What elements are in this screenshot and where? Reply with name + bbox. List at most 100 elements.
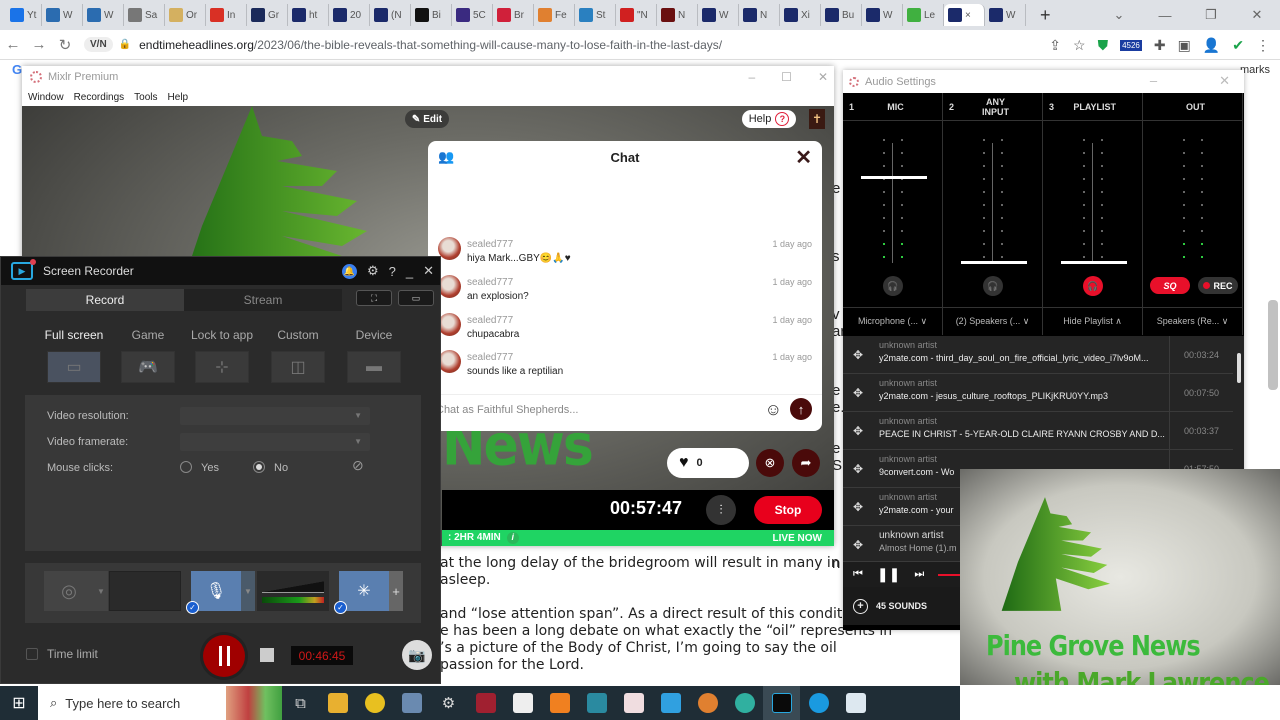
edit-button[interactable]: ✎ Edit xyxy=(405,110,449,128)
rss-extension-icon[interactable]: 4526 xyxy=(1120,39,1142,51)
share-icon[interactable]: ⇪ xyxy=(1049,37,1061,54)
playlist-track[interactable]: ✥ unknown artist y2mate.com - third_day_so… xyxy=(843,336,1233,374)
volume-fader[interactable] xyxy=(1061,261,1127,264)
user-avatar[interactable] xyxy=(438,275,461,298)
capture-mode-button[interactable]: 🎮 xyxy=(121,351,175,383)
device-selector[interactable]: (2) Speakers (... ∨ xyxy=(943,307,1043,335)
browser-tab[interactable]: Fe xyxy=(534,4,575,26)
audio-close-button[interactable]: ✕ xyxy=(1219,73,1230,89)
task-view-icon[interactable]: ⧉ xyxy=(282,686,319,720)
menu-recordings[interactable]: Recordings xyxy=(74,92,125,103)
audio-minimize-button[interactable]: – xyxy=(1150,73,1157,89)
security-check-icon[interactable]: ✔ xyxy=(1232,37,1244,54)
headphones-icon[interactable]: 🎧 xyxy=(983,276,1003,296)
browser-tab[interactable]: N xyxy=(657,4,698,26)
browser-tab[interactable]: Br xyxy=(493,4,534,26)
browser-tab[interactable]: Bi xyxy=(411,4,452,26)
browser-tab[interactable]: 5C xyxy=(452,4,493,26)
vpn-extension-icon[interactable]: V/N xyxy=(84,37,113,52)
app-icon-vpn[interactable] xyxy=(356,686,393,720)
webcam-toggle[interactable]: ◎ xyxy=(44,571,94,611)
previous-track-icon[interactable]: ⏮ xyxy=(853,568,863,581)
mixlr-close-button[interactable]: ✕ xyxy=(818,70,828,84)
lock-icon[interactable]: 🔒 xyxy=(119,39,131,50)
maximize-button[interactable]: ❐ xyxy=(1188,7,1234,23)
chat-close-icon[interactable]: ✕ xyxy=(795,145,812,170)
browser-tab[interactable]: W xyxy=(42,4,83,26)
pause-recording-button[interactable] xyxy=(203,635,245,677)
record-button[interactable]: REC xyxy=(1198,277,1238,294)
pause-icon[interactable]: ❚❚ xyxy=(877,566,900,583)
video-framerate-dropdown[interactable]: ▼ xyxy=(180,433,370,451)
browser-tab[interactable]: N xyxy=(739,4,780,26)
browser-tab[interactable]: Xi xyxy=(780,4,821,26)
notification-bell-icon[interactable]: 🔔 xyxy=(341,263,357,279)
browser-tab[interactable]: × xyxy=(944,4,985,26)
time-limit-checkbox[interactable] xyxy=(26,648,38,660)
mouse-clicks-yes-radio[interactable] xyxy=(180,461,192,473)
extensions-puzzle-icon[interactable]: ✚ xyxy=(1154,37,1166,54)
headphones-icon[interactable]: 🎧 xyxy=(883,276,903,296)
skype-icon[interactable] xyxy=(800,686,837,720)
settings-icon[interactable]: ⚙ xyxy=(430,686,467,720)
video-resolution-dropdown[interactable]: ▼ xyxy=(180,407,370,425)
add-source-button[interactable]: + xyxy=(389,571,403,611)
minimize-button[interactable]: — xyxy=(1142,8,1188,23)
like-button[interactable]: ♥ 0 xyxy=(667,448,749,478)
info-icon[interactable]: i xyxy=(506,532,519,544)
browser-tab[interactable]: Or xyxy=(165,4,206,26)
volume-fader[interactable] xyxy=(861,176,927,180)
tab-stream[interactable]: Stream xyxy=(184,289,342,311)
other-bookmarks-label[interactable]: marks xyxy=(1240,64,1270,76)
webcam-dropdown[interactable]: ▼ xyxy=(94,571,108,611)
shield-extension-icon[interactable]: ⛊ xyxy=(1098,37,1109,54)
device-selector[interactable]: Microphone (... ∨ xyxy=(843,307,943,335)
send-button[interactable]: ↑ xyxy=(790,398,812,420)
message-username[interactable]: sealed777 xyxy=(467,239,513,250)
new-tab-button[interactable]: + xyxy=(1040,5,1051,26)
profile-icon[interactable]: 👤 xyxy=(1203,37,1220,54)
capture-mode-button[interactable]: ◫ xyxy=(271,351,325,383)
user-avatar[interactable] xyxy=(438,313,461,336)
app-icon-media[interactable] xyxy=(393,686,430,720)
menu-window[interactable]: Window xyxy=(28,92,64,103)
browser-tab[interactable]: Bu xyxy=(821,4,862,26)
taskbar-search[interactable]: ⌕ Type here to search xyxy=(38,686,226,720)
mixlr-taskbar-icon[interactable] xyxy=(615,686,652,720)
app-icon-red[interactable] xyxy=(467,686,504,720)
volume-fader[interactable] xyxy=(961,261,1027,264)
browser-tab[interactable]: In xyxy=(206,4,247,26)
screenshot-camera-button[interactable]: 📷 xyxy=(402,640,432,670)
windows-start-icon[interactable]: ⊞ xyxy=(0,693,38,713)
chat-input[interactable]: Chat as Faithful Shepherds... xyxy=(428,394,822,424)
browser-tab[interactable]: (N xyxy=(370,4,411,26)
disable-icon[interactable]: ⊘ xyxy=(352,457,364,474)
page-scrollbar[interactable] xyxy=(1268,300,1278,390)
browser-icon[interactable] xyxy=(689,686,726,720)
notepad-icon[interactable] xyxy=(504,686,541,720)
menu-kebab-icon[interactable]: ⋮ xyxy=(1256,37,1270,54)
stop-broadcast-button[interactable]: Stop xyxy=(754,496,822,524)
menu-tools[interactable]: Tools xyxy=(134,92,157,103)
drag-handle-icon[interactable]: ✥ xyxy=(853,348,863,362)
stop-recording-button[interactable] xyxy=(260,648,274,662)
playlist-track[interactable]: ✥ unknown artist PEACE IN CHRIST - 5-YEAR-… xyxy=(843,412,1233,450)
browser-tab[interactable]: W xyxy=(83,4,124,26)
settings-gear-icon[interactable]: ⚙ xyxy=(367,263,379,279)
browser-tab[interactable]: W xyxy=(698,4,739,26)
screen-recorder-taskbar-icon[interactable] xyxy=(763,686,800,720)
headphones-icon[interactable]: 🎧 xyxy=(1083,276,1103,296)
tab-record[interactable]: Record xyxy=(26,289,184,311)
mic-volume-slider[interactable] xyxy=(262,579,324,593)
app-icon-teal[interactable] xyxy=(726,686,763,720)
browser-tab[interactable]: Sa xyxy=(124,4,165,26)
app-icon-kindle[interactable] xyxy=(578,686,615,720)
drag-handle-icon[interactable]: ✥ xyxy=(853,538,863,552)
message-username[interactable]: sealed777 xyxy=(467,315,513,326)
document-icon[interactable] xyxy=(837,686,874,720)
url-field[interactable]: endtimeheadlines.org/2023/06/the-bible-r… xyxy=(139,38,722,52)
user-avatar[interactable] xyxy=(438,237,461,260)
browser-tab[interactable]: St xyxy=(575,4,616,26)
browser-tab[interactable]: 20 xyxy=(329,4,370,26)
browser-tab[interactable]: W xyxy=(985,4,1026,26)
